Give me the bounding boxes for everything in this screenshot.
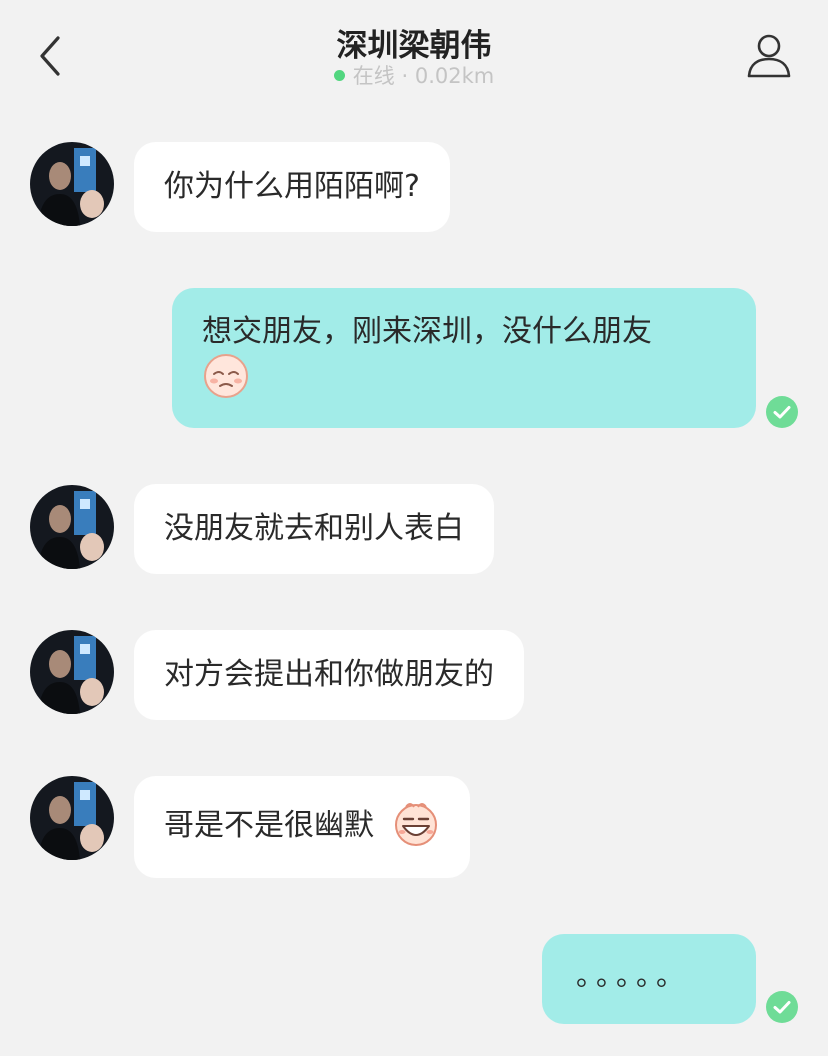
contact-avatar[interactable] [30,485,114,569]
contact-status: 在线 · 0.02km [0,60,828,90]
message-text: 想交朋友，刚来深圳，没什么朋友 [202,314,652,349]
user-icon [747,34,791,78]
distance-text: 0.02km [414,64,495,88]
chat-header: 深圳梁朝伟 在线 · 0.02km [0,0,828,100]
check-circle-icon [773,1001,791,1014]
read-receipt [766,991,798,1023]
message-text: 对方会提出和你做朋友的 [164,657,494,692]
contact-avatar[interactable] [30,776,114,860]
message-text: 。。。。。 [576,959,691,992]
contact-avatar[interactable] [30,630,114,714]
message-bubble-incoming[interactable]: 哥是不是很幽默 [134,776,470,878]
contact-name: 深圳梁朝伟 [336,28,492,64]
message-bubble-incoming[interactable]: 你为什么用陌陌啊? [134,142,450,232]
status-separator: · [401,64,409,88]
message-bubble-incoming[interactable]: 对方会提出和你做朋友的 [134,630,524,720]
message-text: 你为什么用陌陌啊? [164,169,420,204]
profile-button[interactable] [746,32,792,78]
message-bubble-outgoing[interactable]: 想交朋友，刚来深圳，没什么朋友 [172,288,756,428]
status-text: 在线 [352,64,395,88]
message-text: 没朋友就去和别人表白 [164,511,464,546]
message-bubble-incoming[interactable]: 没朋友就去和别人表白 [134,484,494,574]
contact-avatar[interactable] [30,142,114,226]
message-text: 哥是不是很幽默 [164,808,374,843]
sad-face-emoji [204,354,248,398]
check-circle-icon [773,406,791,419]
message-bubble-outgoing[interactable]: 。。。。。 [542,934,756,1024]
online-dot-icon [333,69,345,81]
grinning-face-emoji [394,802,437,846]
read-receipt [766,396,798,428]
